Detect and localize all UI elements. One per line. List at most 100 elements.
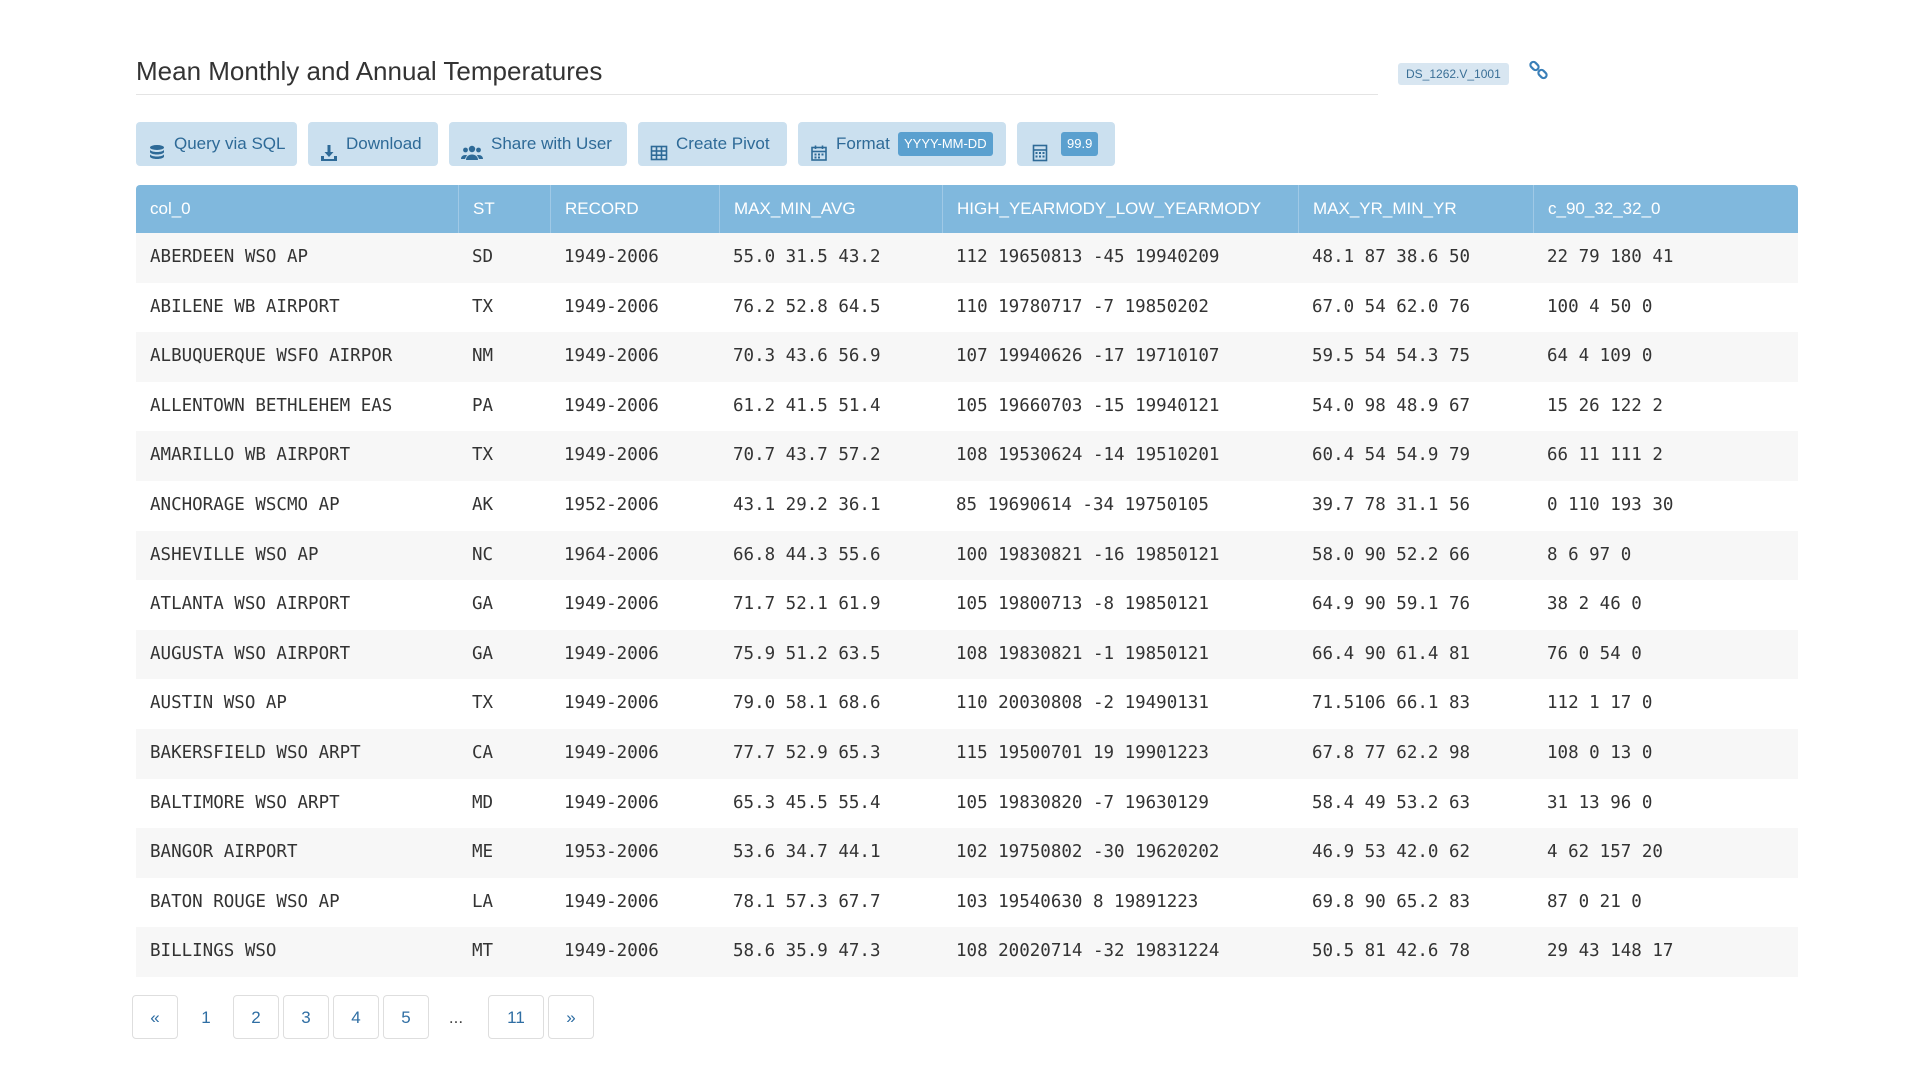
table-cell: 22 79 180 41: [1547, 247, 1674, 267]
table-cell: 70.7 43.7 57.2: [733, 445, 881, 466]
link-icon[interactable]: [1528, 60, 1550, 82]
create-pivot-label: Create Pivot: [676, 134, 770, 153]
number-format-button[interactable]: 99.9: [1017, 122, 1115, 166]
table-cell: 1949-2006: [564, 742, 659, 763]
page-4-button[interactable]: 4: [333, 995, 379, 1039]
table-cell: 110 20030808 -2 19490131: [956, 693, 1209, 714]
table-cell: 64.9 90 59.1 76: [1312, 594, 1471, 615]
table-cell: ME: [472, 842, 494, 863]
page-1-button[interactable]: 1: [183, 995, 229, 1039]
table-cell: 1949-2006: [564, 346, 659, 367]
table-cell: 1964-2006: [564, 544, 659, 565]
table-cell: 102 19750802 -30 19620202: [956, 842, 1220, 863]
column-header[interactable]: c_90_32_32_0: [1533, 185, 1661, 233]
table-cell: 53.6 34.7 44.1: [733, 842, 881, 863]
table-cell: 71.5106 66.1 83: [1312, 693, 1471, 714]
table-cell: 110 19780717 -7 19850202: [956, 296, 1209, 317]
table-row[interactable]: ABILENE WB AIRPORT TX 1949-2006 76.2 52.8 6…: [136, 282, 1798, 333]
column-header[interactable]: MAX_YR_MIN_YR: [1298, 185, 1457, 233]
table-cell: 66.8 44.3 55.6: [733, 544, 881, 565]
page-2-button[interactable]: 2: [233, 995, 279, 1039]
page-title: Mean Monthly and Annual Temperatures: [136, 52, 1378, 95]
table-cell: 108 20020714 -32 19831224: [956, 941, 1220, 962]
table-cell: ABERDEEN WSO AP: [150, 247, 309, 267]
table-cell: 61.2 41.5 51.4: [733, 395, 881, 416]
table-row[interactable]: ATLANTA WSO AIRPORT GA 1949-2006 71.7 52.1 …: [136, 580, 1798, 630]
prev-page-button[interactable]: «: [132, 995, 178, 1039]
page-11-button[interactable]: 11: [488, 995, 544, 1039]
table-cell: AK: [472, 494, 494, 515]
table-row[interactable]: AUSTIN WSO AP TX 1949-2006 79.0 58.1 68.6 11…: [136, 679, 1798, 729]
table-cell: 48.1 87 38.6 50: [1312, 247, 1471, 267]
table-row[interactable]: BILLINGS WSO MT 1949-2006 58.6 35.9 47.3 108…: [136, 927, 1798, 977]
page-3-button[interactable]: 3: [283, 995, 329, 1039]
table-body: ABERDEEN WSO AP SD 1949-2006 55.0 31.5 43.2…: [136, 233, 1798, 977]
table-cell: 1949-2006: [564, 891, 659, 912]
table-cell: GA: [472, 643, 494, 664]
column-header[interactable]: col_0: [136, 185, 191, 233]
table-row[interactable]: ABERDEEN WSO AP SD 1949-2006 55.0 31.5 43.2…: [136, 233, 1798, 283]
create-pivot-button[interactable]: Create Pivot: [638, 122, 787, 166]
table-cell: ASHEVILLE WSO AP: [150, 544, 319, 565]
column-header[interactable]: ST: [458, 185, 495, 233]
table-row[interactable]: ALLENTOWN BETHLEHEM EAS PA 1949-2006 61.2 4…: [136, 381, 1798, 432]
table-cell: TX: [472, 296, 494, 317]
table-cell: PA: [472, 395, 494, 416]
table-cell: 1952-2006: [564, 494, 659, 515]
table-cell: TX: [472, 445, 494, 466]
table-cell: 69.8 90 65.2 83: [1312, 891, 1471, 912]
table-cell: MT: [472, 941, 494, 962]
calculator-icon: [1031, 135, 1049, 162]
format-label: Format: [836, 134, 890, 153]
table-row[interactable]: ALBUQUERQUE WSFO AIRPOR NM 1949-2006 70.3 4…: [136, 332, 1798, 382]
share-with-user-label: Share with User: [491, 134, 612, 153]
download-button[interactable]: Download: [308, 122, 438, 166]
table-cell: BILLINGS WSO: [150, 941, 277, 962]
download-icon: [320, 135, 338, 161]
table-cell: 4 62 157 20: [1547, 842, 1663, 863]
format-button[interactable]: Format YYYY-MM-DD: [798, 122, 1006, 166]
table-row[interactable]: BANGOR AIRPORT ME 1953-2006 53.6 34.7 44.1 1…: [136, 828, 1798, 878]
table-cell: AUGUSTA WSO AIRPORT: [150, 643, 351, 664]
table-cell: 60.4 54 54.9 79: [1312, 445, 1471, 466]
table-cell: 43.1 29.2 36.1: [733, 494, 881, 515]
table-cell: 108 0 13 0: [1547, 742, 1653, 763]
query-sql-button[interactable]: Query via SQL: [136, 122, 297, 166]
table-cell: 50.5 81 42.6 78: [1312, 941, 1471, 962]
column-header[interactable]: HIGH_YEARMODY_LOW_YEARMODY: [942, 185, 1261, 233]
table-row[interactable]: BAKERSFIELD WSO ARPT CA 1949-2006 77.7 52.9…: [136, 728, 1798, 779]
table-row[interactable]: ASHEVILLE WSO AP NC 1964-2006 66.8 44.3 55.…: [136, 530, 1798, 581]
table-cell: 87 0 21 0: [1547, 891, 1642, 912]
table-cell: 58.4 49 53.2 63: [1312, 792, 1471, 813]
page-5-button[interactable]: 5: [383, 995, 429, 1039]
table-row[interactable]: AMARILLO WB AIRPORT TX 1949-2006 70.7 43.7 …: [136, 431, 1798, 481]
table-cell: ALBUQUERQUE WSFO AIRPOR: [150, 346, 393, 367]
table-cell: 1949-2006: [564, 941, 659, 962]
share-with-user-button[interactable]: Share with User: [449, 122, 627, 166]
number-format-badge: 99.9: [1061, 132, 1099, 156]
table-row[interactable]: ANCHORAGE WSCMO AP AK 1952-2006 43.1 29.2 3…: [136, 480, 1798, 531]
table-cell: 1953-2006: [564, 842, 659, 863]
table-cell: 1949-2006: [564, 247, 659, 267]
table-cell: SD: [472, 247, 494, 267]
table-cell: 0 110 193 30: [1547, 494, 1674, 515]
table-cell: 108 19530624 -14 19510201: [956, 445, 1220, 466]
column-header[interactable]: MAX_MIN_AVG: [719, 185, 856, 233]
table-row[interactable]: AUGUSTA WSO AIRPORT GA 1949-2006 75.9 51.2 …: [136, 629, 1798, 680]
table-row[interactable]: BATON ROUGE WSO AP LA 1949-2006 78.1 57.3 6…: [136, 877, 1798, 928]
table-cell: ATLANTA WSO AIRPORT: [150, 594, 351, 615]
table-cell: 64 4 109 0: [1547, 346, 1653, 367]
table-cell: 85 19690614 -34 19750105: [956, 494, 1209, 515]
next-page-button[interactable]: »: [548, 995, 594, 1039]
column-header[interactable]: RECORD: [550, 185, 639, 233]
calendar-icon: [810, 135, 828, 161]
table-cell: 71.7 52.1 61.9: [733, 594, 881, 615]
table-cell: BAKERSFIELD WSO ARPT: [150, 742, 361, 763]
table-cell: 79.0 58.1 68.6: [733, 693, 881, 714]
table-row[interactable]: BALTIMORE WSO ARPT MD 1949-2006 65.3 45.5 5…: [136, 778, 1798, 829]
table-cell: 76 0 54 0: [1547, 643, 1642, 664]
table-cell: CA: [472, 742, 494, 763]
table-cell: 38 2 46 0: [1547, 594, 1642, 615]
table-cell: 15 26 122 2: [1547, 395, 1663, 416]
table-cell: 108 19830821 -1 19850121: [956, 643, 1209, 664]
